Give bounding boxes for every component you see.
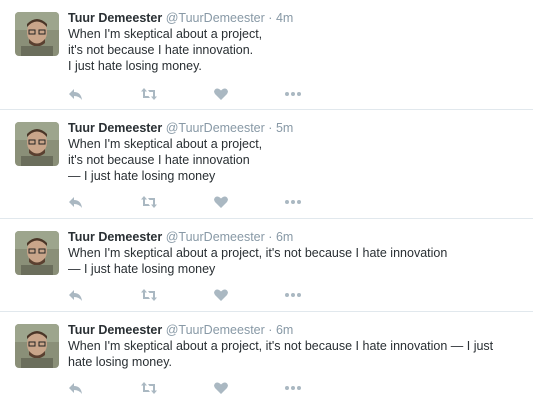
tweet-feed: Tuur Demeester @TuurDemeester · 4m When … bbox=[0, 0, 533, 403]
tweet-actions bbox=[68, 194, 308, 210]
tweet-actions bbox=[68, 86, 308, 102]
tweet[interactable]: Tuur Demeester @TuurDemeester · 4m When … bbox=[0, 0, 533, 110]
reply-icon[interactable] bbox=[68, 86, 88, 102]
avatar[interactable] bbox=[15, 231, 59, 275]
tweet-actions bbox=[68, 287, 308, 303]
tweet[interactable]: Tuur Demeester @TuurDemeester · 5m When … bbox=[0, 110, 533, 219]
tweet-text: When I'm skeptical about a project, it's… bbox=[68, 246, 448, 276]
author-handle[interactable]: @TuurDemeester bbox=[166, 121, 265, 135]
author-handle[interactable]: @TuurDemeester bbox=[166, 230, 265, 244]
timestamp[interactable]: 6m bbox=[276, 230, 293, 244]
tweet-header: Tuur Demeester @TuurDemeester · 6m bbox=[68, 322, 523, 338]
separator: · bbox=[268, 230, 273, 244]
reply-icon[interactable] bbox=[68, 287, 88, 303]
avatar[interactable] bbox=[15, 122, 59, 166]
reply-icon[interactable] bbox=[68, 194, 88, 210]
tweet-header: Tuur Demeester @TuurDemeester · 6m bbox=[68, 229, 523, 245]
more-icon[interactable] bbox=[284, 287, 304, 303]
author-name[interactable]: Tuur Demeester bbox=[68, 11, 162, 25]
author-handle[interactable]: @TuurDemeester bbox=[166, 11, 265, 25]
tweet-actions bbox=[68, 380, 308, 396]
more-icon[interactable] bbox=[284, 380, 304, 396]
tweet-text: When I'm skeptical about a project, it's… bbox=[68, 137, 263, 183]
retweet-icon[interactable] bbox=[140, 86, 160, 102]
tweet[interactable]: Tuur Demeester @TuurDemeester · 6m When … bbox=[0, 312, 533, 403]
tweet-text: When I'm skeptical about a project, it's… bbox=[68, 339, 494, 369]
timestamp[interactable]: 6m bbox=[276, 323, 293, 337]
like-icon[interactable] bbox=[213, 380, 233, 396]
avatar[interactable] bbox=[15, 324, 59, 368]
timestamp[interactable]: 4m bbox=[276, 11, 293, 25]
separator: · bbox=[268, 11, 273, 25]
tweet-header: Tuur Demeester @TuurDemeester · 5m bbox=[68, 120, 523, 136]
separator: · bbox=[268, 323, 273, 337]
tweet-header: Tuur Demeester @TuurDemeester · 4m bbox=[68, 10, 523, 26]
retweet-icon[interactable] bbox=[140, 194, 160, 210]
author-handle[interactable]: @TuurDemeester bbox=[166, 323, 265, 337]
author-name[interactable]: Tuur Demeester bbox=[68, 121, 162, 135]
like-icon[interactable] bbox=[213, 287, 233, 303]
like-icon[interactable] bbox=[213, 194, 233, 210]
timestamp[interactable]: 5m bbox=[276, 121, 293, 135]
retweet-icon[interactable] bbox=[140, 380, 160, 396]
avatar[interactable] bbox=[15, 12, 59, 56]
retweet-icon[interactable] bbox=[140, 287, 160, 303]
tweet[interactable]: Tuur Demeester @TuurDemeester · 6m When … bbox=[0, 219, 533, 312]
author-name[interactable]: Tuur Demeester bbox=[68, 230, 162, 244]
like-icon[interactable] bbox=[213, 86, 233, 102]
more-icon[interactable] bbox=[284, 194, 304, 210]
tweet-text: When I'm skeptical about a project, it's… bbox=[68, 27, 263, 73]
separator: · bbox=[268, 121, 273, 135]
author-name[interactable]: Tuur Demeester bbox=[68, 323, 162, 337]
reply-icon[interactable] bbox=[68, 380, 88, 396]
more-icon[interactable] bbox=[284, 86, 304, 102]
